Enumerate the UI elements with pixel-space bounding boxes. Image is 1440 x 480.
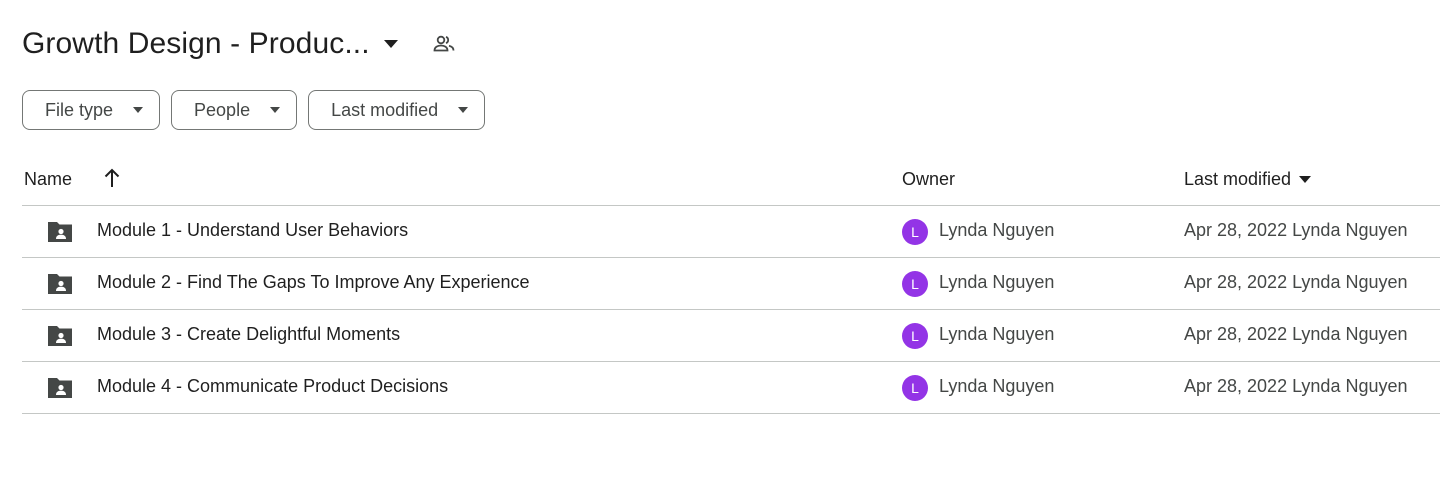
shared-folder-icon <box>46 324 74 348</box>
file-list: Module 1 - Understand User Behaviors L L… <box>22 205 1440 414</box>
name-column-header[interactable]: Name <box>24 166 72 192</box>
file-name: Module 3 - Create Delightful Moments <box>97 324 401 344</box>
owner-column-header: Owner <box>902 168 956 189</box>
arrow-drop-down-icon <box>133 107 144 113</box>
people-filter[interactable]: People <box>171 90 298 130</box>
last-modified-filter[interactable]: Last modified <box>308 90 486 130</box>
people-filter-label: People <box>194 99 251 120</box>
people-outline-icon[interactable] <box>432 32 456 56</box>
table-row[interactable]: Module 2 - Find The Gaps To Improve Any … <box>22 257 1440 309</box>
table-row[interactable]: Module 4 - Communicate Product Decisions… <box>22 361 1440 414</box>
shared-folder-icon <box>46 272 74 296</box>
filter-chips: File type People Last modified <box>22 90 486 130</box>
arrow-upward-icon[interactable] <box>102 167 122 189</box>
shared-folder-icon <box>46 376 74 400</box>
table-row[interactable]: Module 1 - Understand User Behaviors L L… <box>22 205 1440 257</box>
file-type-filter-label: File type <box>45 99 114 120</box>
owner-name: Lynda Nguyen <box>939 324 1055 344</box>
file-type-filter[interactable]: File type <box>22 90 161 130</box>
shared-folder-icon <box>46 220 74 244</box>
last-modified-column-header[interactable]: Last modified <box>1184 166 1312 192</box>
owner-name: Lynda Nguyen <box>939 376 1055 396</box>
last-modified-value: Apr 28, 2022 Lynda Nguyen <box>1184 272 1408 292</box>
arrow-drop-down-icon <box>458 107 469 113</box>
avatar: L <box>902 375 928 401</box>
last-modified-column-label: Last modified <box>1184 168 1292 189</box>
owner-name: Lynda Nguyen <box>939 272 1055 292</box>
arrow-drop-down-icon[interactable] <box>383 39 398 49</box>
arrow-drop-down-icon <box>270 107 281 113</box>
file-name: Module 1 - Understand User Behaviors <box>97 220 409 240</box>
avatar: L <box>902 219 928 245</box>
arrow-drop-down-icon <box>1299 175 1312 183</box>
last-modified-value: Apr 28, 2022 Lynda Nguyen <box>1184 376 1408 396</box>
avatar: L <box>902 271 928 297</box>
folder-title[interactable]: Growth Design - Produc... <box>22 27 370 61</box>
last-modified-value: Apr 28, 2022 Lynda Nguyen <box>1184 220 1408 240</box>
drive-folder-view: Growth Design - Produc... File type Peop… <box>0 0 1440 480</box>
file-name: Module 2 - Find The Gaps To Improve Any … <box>97 272 530 292</box>
owner-name: Lynda Nguyen <box>939 220 1055 240</box>
last-modified-filter-label: Last modified <box>331 99 439 120</box>
last-modified-value: Apr 28, 2022 Lynda Nguyen <box>1184 324 1408 344</box>
table-row[interactable]: Module 3 - Create Delightful Moments L L… <box>22 309 1440 361</box>
avatar: L <box>902 323 928 349</box>
file-name: Module 4 - Communicate Product Decisions <box>97 376 449 396</box>
folder-header: Growth Design - Produc... <box>22 22 456 66</box>
